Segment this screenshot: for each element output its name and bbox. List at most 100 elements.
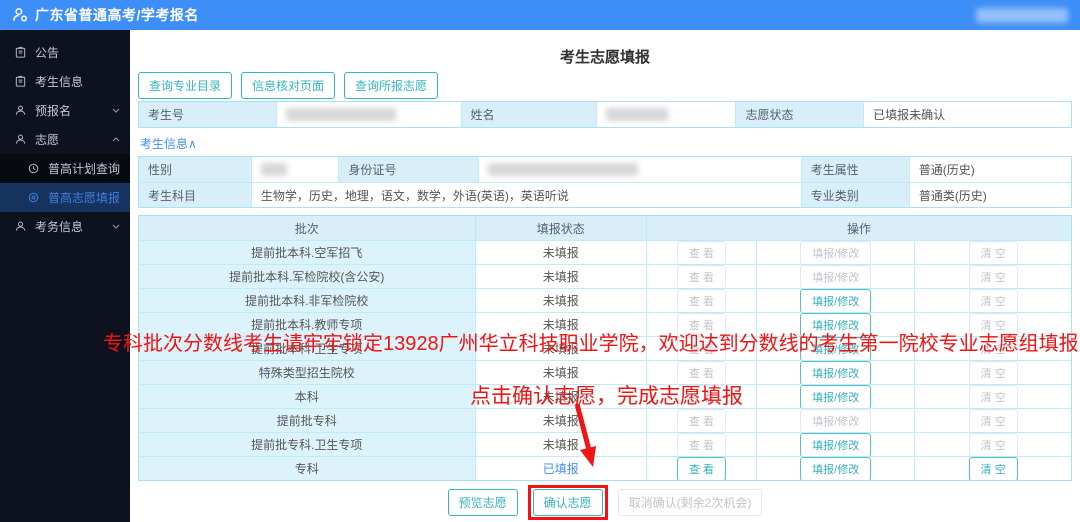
header-operation: 操作 [646, 216, 1071, 240]
toolbar: 查询专业目录 信息核对页面 查询所报志愿 [138, 72, 1072, 99]
sidebar-item-label: 志愿 [35, 133, 60, 147]
batch-name: 提前批专科.卫生专项 [139, 433, 475, 456]
info-check-page-button[interactable]: 信息核对页面 [241, 72, 336, 99]
chevron-down-icon [112, 224, 120, 229]
view-button: 查 看 [676, 265, 727, 288]
batch-name: 本科 [139, 385, 475, 408]
sidebar-item-label: 公告 [35, 46, 60, 60]
table-row: 提前批专科 未填报 查 看 填报/修改 清 空 [139, 408, 1071, 432]
chevron-down-icon [112, 108, 120, 113]
user-icon [14, 104, 27, 117]
batch-name: 专科 [139, 457, 475, 480]
page-title: 考生志愿填报 [559, 49, 650, 66]
sidebar: 公告 考生信息 预报名 志愿 普高计划查询 普高志愿填报 考务信息 [0, 30, 130, 522]
table-header-row: 批次 填报状态 操作 [139, 216, 1071, 240]
gender-label: 性别 [139, 157, 251, 182]
sidebar-item-label: 普高志愿填报 [48, 191, 121, 205]
user-name-redacted[interactable] [976, 7, 1068, 23]
view-button: 查 看 [676, 433, 727, 456]
volunteer-status-value: 已填报未确认 [863, 102, 1071, 127]
sidebar-item-label: 考务信息 [35, 220, 84, 234]
clear-button[interactable]: 清 空 [968, 457, 1018, 480]
view-button[interactable]: 查 看 [676, 457, 727, 480]
fill-modify-button[interactable]: 填报/修改 [800, 385, 872, 408]
app-header: 广东省普通高考/学考报名 [0, 0, 1080, 30]
sidebar-item-exam-affairs[interactable]: 考务信息 [0, 212, 130, 241]
fill-modify-button[interactable]: 填报/修改 [800, 433, 872, 456]
footer-actions: 预览志愿 确认志愿 取消确认(剩余2次机会) [138, 484, 1072, 520]
fill-status: 未填报 [474, 265, 646, 288]
eye-icon [27, 191, 40, 204]
sidebar-item-volunteer[interactable]: 志愿 [0, 125, 130, 154]
sidebar-item-label: 普高计划查询 [48, 162, 121, 176]
clear-button: 清 空 [968, 433, 1018, 456]
sidebar-item-preregistration[interactable]: 预报名 [0, 96, 130, 125]
redacted-value [260, 163, 287, 176]
query-submitted-volunteer-button[interactable]: 查询所报志愿 [344, 72, 439, 99]
fill-status: 未填报 [474, 241, 646, 264]
user-icon [14, 220, 27, 233]
fill-status: 未填报 [474, 289, 646, 312]
volunteer-status-label: 志愿状态 [735, 102, 864, 127]
name-label: 姓名 [460, 102, 596, 127]
gender-value [250, 157, 339, 182]
sidebar-submenu-volunteer: 普高计划查询 普高志愿填报 [0, 154, 130, 212]
query-major-catalog-button[interactable]: 查询专业目录 [138, 72, 233, 99]
candidate-info-collapse-link[interactable]: 考生信息∧ [140, 135, 197, 152]
table-row: 提前批本科.军检院校(含公安) 未填报 查 看 填报/修改 清 空 [139, 264, 1071, 288]
fill-modify-button[interactable]: 填报/修改 [800, 361, 872, 384]
view-button: 查 看 [676, 241, 727, 264]
user-icon [14, 133, 27, 146]
clear-button: 清 空 [968, 361, 1018, 384]
main-content: 考生志愿填报 查询专业目录 信息核对页面 查询所报志愿 考生号 姓名 志愿状态 … [130, 30, 1080, 522]
batch-name: 提前批本科.非军检院校 [139, 289, 475, 312]
sidebar-item-volunteer-filling[interactable]: 普高志愿填报 [0, 183, 130, 212]
subjects-value: 生物学，历史，地理，语文，数学，外语(英语)，英语听说 [250, 183, 801, 207]
chevron-up-icon [112, 137, 120, 142]
view-button: 查 看 [676, 289, 727, 312]
exam-no-value [276, 102, 461, 127]
annotation-text-promo: 专科批次分数线考生请牢牢锁定13928广州华立科技职业学院，欢迎达到分数线的考生… [103, 333, 1079, 355]
clear-button: 清 空 [968, 289, 1018, 312]
header-batch: 批次 [139, 216, 475, 240]
candidate-info-grid: 性别 身份证号 考生属性 普通(历史) 考生科目 生物学，历史，地理，语文，数学… [138, 156, 1072, 208]
table-row: 提前批本科.空军招飞 未填报 查 看 填报/修改 清 空 [139, 240, 1071, 264]
sidebar-item-announcements[interactable]: 公告 [0, 38, 130, 67]
table-row: 提前批本科.非军检院校 未填报 查 看 填报/修改 清 空 [139, 288, 1071, 312]
batch-name: 提前批本科.军检院校(含公安) [139, 265, 475, 288]
clear-button: 清 空 [968, 385, 1018, 408]
sidebar-item-label: 预报名 [35, 104, 72, 118]
major-category-value: 普通类(历史) [908, 183, 1071, 207]
sidebar-item-candidate-info[interactable]: 考生信息 [0, 67, 130, 96]
fill-modify-button[interactable]: 填报/修改 [800, 289, 872, 312]
view-button: 查 看 [676, 409, 727, 432]
fill-status: 未填报 [474, 433, 646, 456]
redacted-value [605, 108, 668, 121]
table-row: 提前批专科.卫生专项 未填报 查 看 填报/修改 清 空 [139, 432, 1071, 456]
clear-button: 清 空 [968, 241, 1018, 264]
table-row: 专科 已填报 查 看 填报/修改 清 空 [139, 456, 1071, 480]
batch-name: 特殊类型招生院校 [139, 361, 475, 384]
annotation-text-confirm-hint: 点击确认志愿，完成志愿填报 [470, 385, 743, 408]
user-icon [12, 7, 28, 23]
id-number-value [478, 157, 800, 182]
id-number-label: 身份证号 [338, 157, 479, 182]
sidebar-item-label: 考生信息 [35, 75, 84, 89]
candidate-attr-value: 普通(历史) [908, 157, 1071, 182]
app-title: 广东省普通高考/学考报名 [35, 7, 199, 23]
name-value [595, 102, 736, 127]
clipboard-icon [14, 46, 27, 59]
redacted-value [286, 108, 396, 121]
clipboard-icon [14, 75, 27, 88]
redacted-value [488, 163, 639, 176]
candidate-attr-label: 考生属性 [800, 157, 909, 182]
confirm-volunteer-button[interactable]: 确认志愿 [532, 488, 603, 516]
header-status: 填报状态 [474, 216, 646, 240]
fill-status: 已填报 [542, 462, 579, 476]
candidate-summary-row: 考生号 姓名 志愿状态 已填报未确认 [138, 101, 1072, 128]
cancel-confirm-button: 取消确认(剩余2次机会) [617, 488, 763, 516]
fill-modify-button[interactable]: 填报/修改 [800, 457, 872, 480]
sidebar-item-plan-query[interactable]: 普高计划查询 [0, 154, 130, 183]
preview-volunteer-button[interactable]: 预览志愿 [447, 488, 518, 516]
fill-modify-button: 填报/修改 [800, 241, 872, 264]
